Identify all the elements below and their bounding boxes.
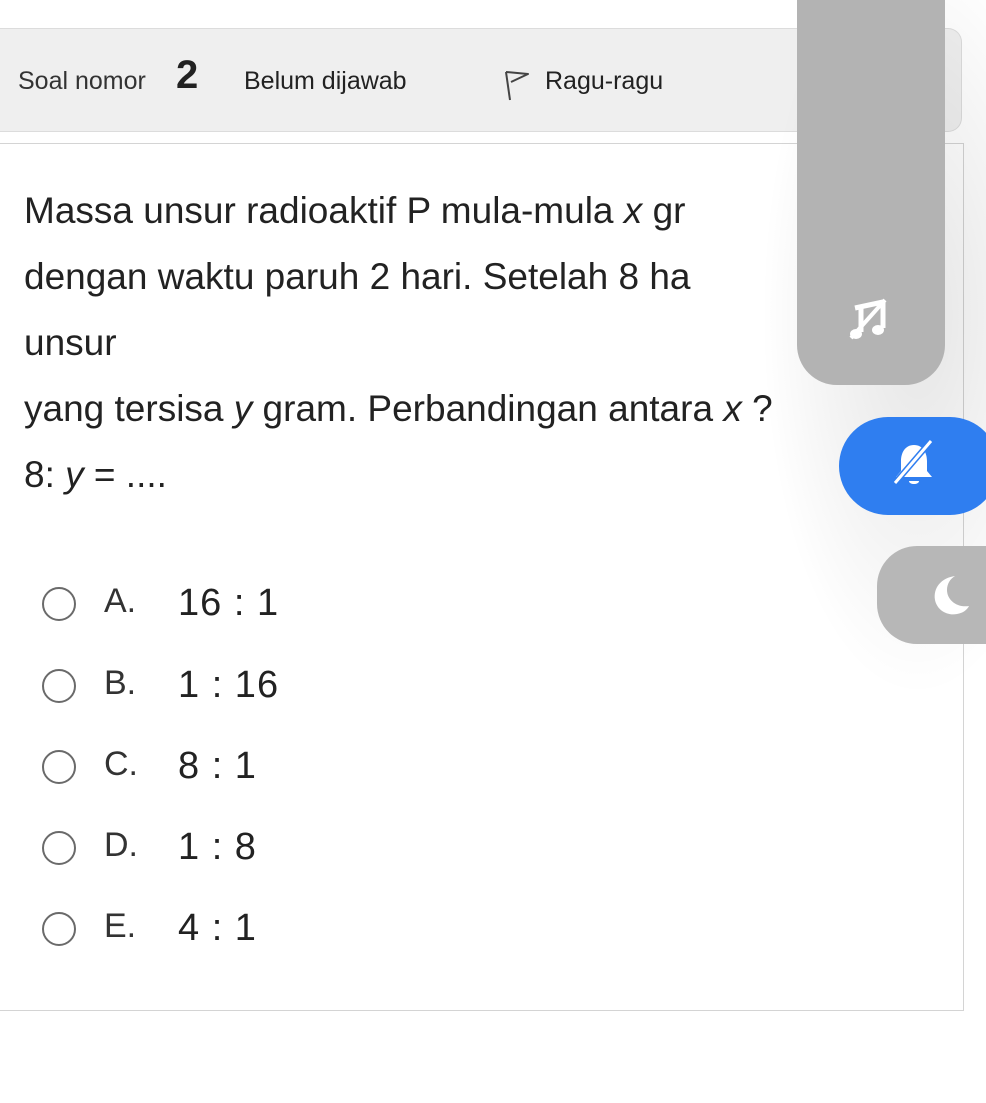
question-text-line: yang tersisa y gram. Perbandingan antara… (24, 388, 773, 429)
moon-icon[interactable] (927, 572, 973, 623)
doubt-toggle[interactable]: Ragu-ragu (545, 29, 663, 133)
radio-button[interactable] (42, 587, 76, 621)
do-not-disturb-button[interactable] (877, 546, 986, 644)
option-letter: D. (104, 826, 138, 864)
flag-icon[interactable] (500, 33, 530, 137)
radio-button[interactable] (42, 831, 76, 865)
radio-button[interactable] (42, 750, 76, 784)
option-a[interactable]: A. 16 : 1 (42, 574, 278, 634)
option-d[interactable]: D. 1 : 8 (42, 818, 256, 878)
question-number-label: Soal nomor (18, 66, 146, 95)
volume-panel[interactable] (797, 0, 945, 385)
option-letter: A. (104, 582, 137, 620)
ringer-mode-button[interactable] (839, 417, 986, 515)
option-e[interactable]: E. 4 : 1 (42, 899, 256, 959)
option-value: 16 : 1 (178, 582, 280, 624)
question-text-line: unsur (24, 322, 117, 363)
option-value: 4 : 1 (178, 907, 257, 949)
option-letter: C. (104, 745, 138, 783)
option-value: 1 : 16 (178, 664, 280, 706)
option-letter: E. (104, 907, 137, 945)
music-off-icon[interactable] (847, 298, 889, 347)
bell-off-icon[interactable] (891, 439, 937, 494)
option-letter: B. (104, 664, 137, 702)
question-text-line: Massa unsur radioaktif P mula-mula x gr (24, 190, 686, 231)
radio-button[interactable] (42, 912, 76, 946)
question-text-line: dengan waktu paruh 2 hari. Setelah 8 ha (24, 256, 691, 297)
option-b[interactable]: B. 1 : 16 (42, 656, 278, 716)
option-value: 1 : 8 (178, 826, 257, 868)
option-c[interactable]: C. 8 : 1 (42, 737, 256, 797)
question-number: 2 (176, 52, 199, 97)
answer-status: Belum dijawab (244, 66, 407, 95)
option-value: 8 : 1 (178, 745, 257, 787)
question-text-line: 8: y = .... (24, 454, 167, 495)
radio-button[interactable] (42, 669, 76, 703)
